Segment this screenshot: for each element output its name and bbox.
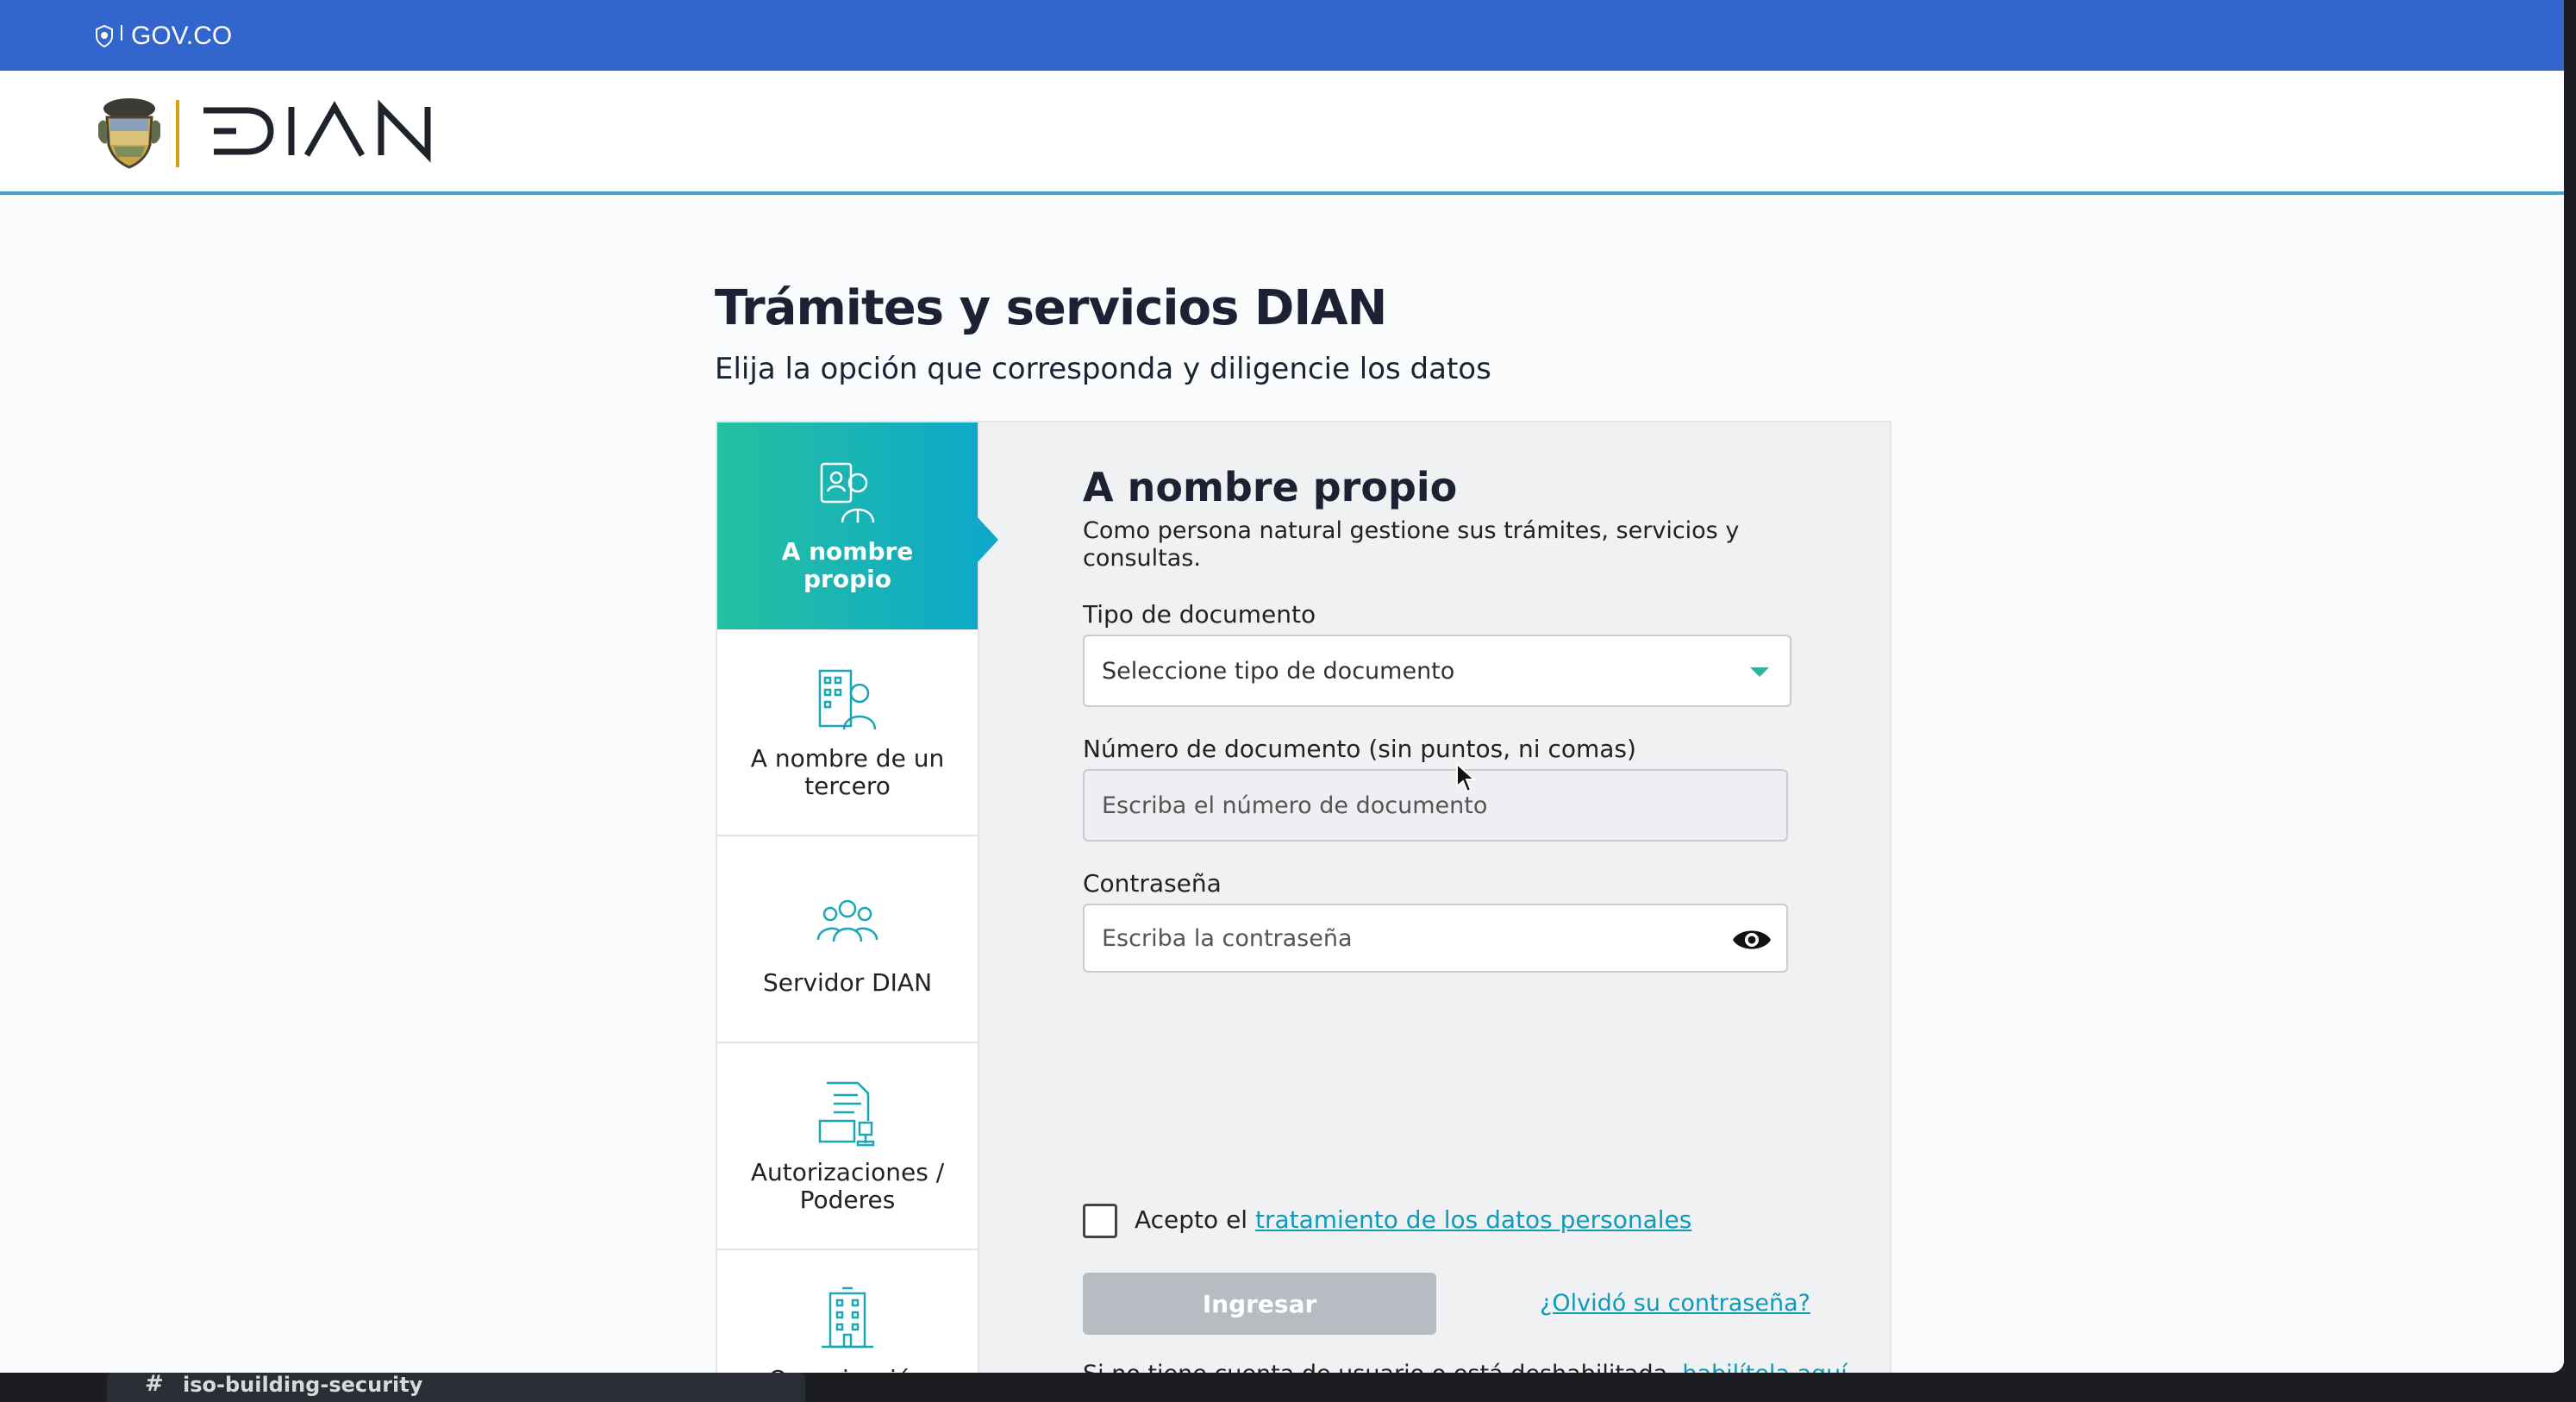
gov-co-label: GOV.CO [131,22,233,50]
no-account-prefix: Si no tiene cuenta de usuario o está des… [1083,1361,1675,1373]
ingresar-button[interactable]: Ingresar [1083,1273,1436,1335]
forgot-password-link[interactable]: ¿Olvidó su contraseña? [1540,1290,1810,1317]
menu-item-label: Organización [751,1366,943,1374]
document-stamp-icon [818,1081,875,1147]
eye-icon[interactable] [1731,923,1773,957]
form-title: A nombre propio [1083,464,1458,510]
browser-window: GOV.CO Trámites y servicios DIAN Elija l… [0,0,2564,1373]
doc-type-select[interactable]: Seleccione tipo de documento [1083,635,1791,707]
doc-type-value: Seleccione tipo de documento [1102,657,1455,685]
background-channel-name[interactable]: iso-building-security [183,1373,422,1397]
doc-number-label: Número de documento (sin puntos, ni coma… [1083,735,1636,763]
gov-co-logo[interactable]: GOV.CO [95,19,232,53]
menu-item-label: A nombre de un tercero [750,744,945,800]
mouse-cursor-icon [1456,762,1476,793]
doc-number-placeholder: Escriba el número de documento [1102,792,1488,819]
data-treatment-link[interactable]: tratamiento de los datos personales [1255,1205,1691,1234]
accept-terms-text: Acepto el tratamiento de los datos perso… [1135,1205,1691,1234]
colombia-crest-icon[interactable] [95,93,164,169]
office-building-icon [822,1286,873,1349]
form-description: Como persona natural gestione sus trámit… [1083,517,1740,572]
menu-item-label: A nombre propio [781,537,914,593]
user-type-menu: A nombre propio A nombre de un tercero S… [717,422,998,1373]
password-label: Contraseña [1083,869,1222,898]
site-header [0,71,2564,195]
menu-item-autorizaciones-poderes[interactable]: Autorizaciones / Poderes [717,1043,978,1250]
no-account-text: Si no tiene cuenta de usuario o está des… [1083,1361,1848,1373]
hash-icon: # [145,1371,164,1397]
gov-shield-icon [96,25,113,47]
password-placeholder: Escriba la contraseña [1102,924,1353,952]
menu-item-label: Autorizaciones / Poderes [750,1158,945,1214]
doc-type-label: Tipo de documento [1083,600,1316,629]
menu-item-organizacion[interactable]: Organización [717,1250,978,1373]
password-input[interactable]: Escriba la contraseña [1083,904,1788,973]
accept-prefix: Acepto el [1135,1205,1248,1234]
active-indicator-arrow [978,517,998,562]
accept-terms-checkbox[interactable] [1083,1204,1117,1238]
menu-item-servidor-dian[interactable]: Servidor DIAN [717,836,978,1043]
person-id-card-icon [820,462,875,523]
page-title: Trámites y servicios DIAN [715,280,1387,336]
person-building-icon [818,669,877,730]
main-content: Trámites y servicios DIAN Elija la opció… [0,198,2564,1373]
enable-account-link[interactable]: habilítela aquí [1682,1361,1847,1373]
brand-separator [176,100,179,167]
chevron-down-icon [1750,667,1769,677]
page-subtitle: Elija la opción que corresponda y dilige… [715,352,1491,386]
dian-logo[interactable] [197,97,472,166]
team-people-icon [816,899,878,942]
menu-item-a-nombre-de-un-tercero[interactable]: A nombre de un tercero [717,629,978,836]
gov-logo-separator [121,25,122,41]
menu-item-a-nombre-propio[interactable]: A nombre propio [717,422,978,629]
menu-item-label: Servidor DIAN [762,968,933,997]
login-card: A nombre propio A nombre de un tercero S… [716,421,1891,1373]
doc-number-input[interactable]: Escriba el número de documento [1083,769,1788,842]
gov-bar: GOV.CO [0,0,2564,71]
